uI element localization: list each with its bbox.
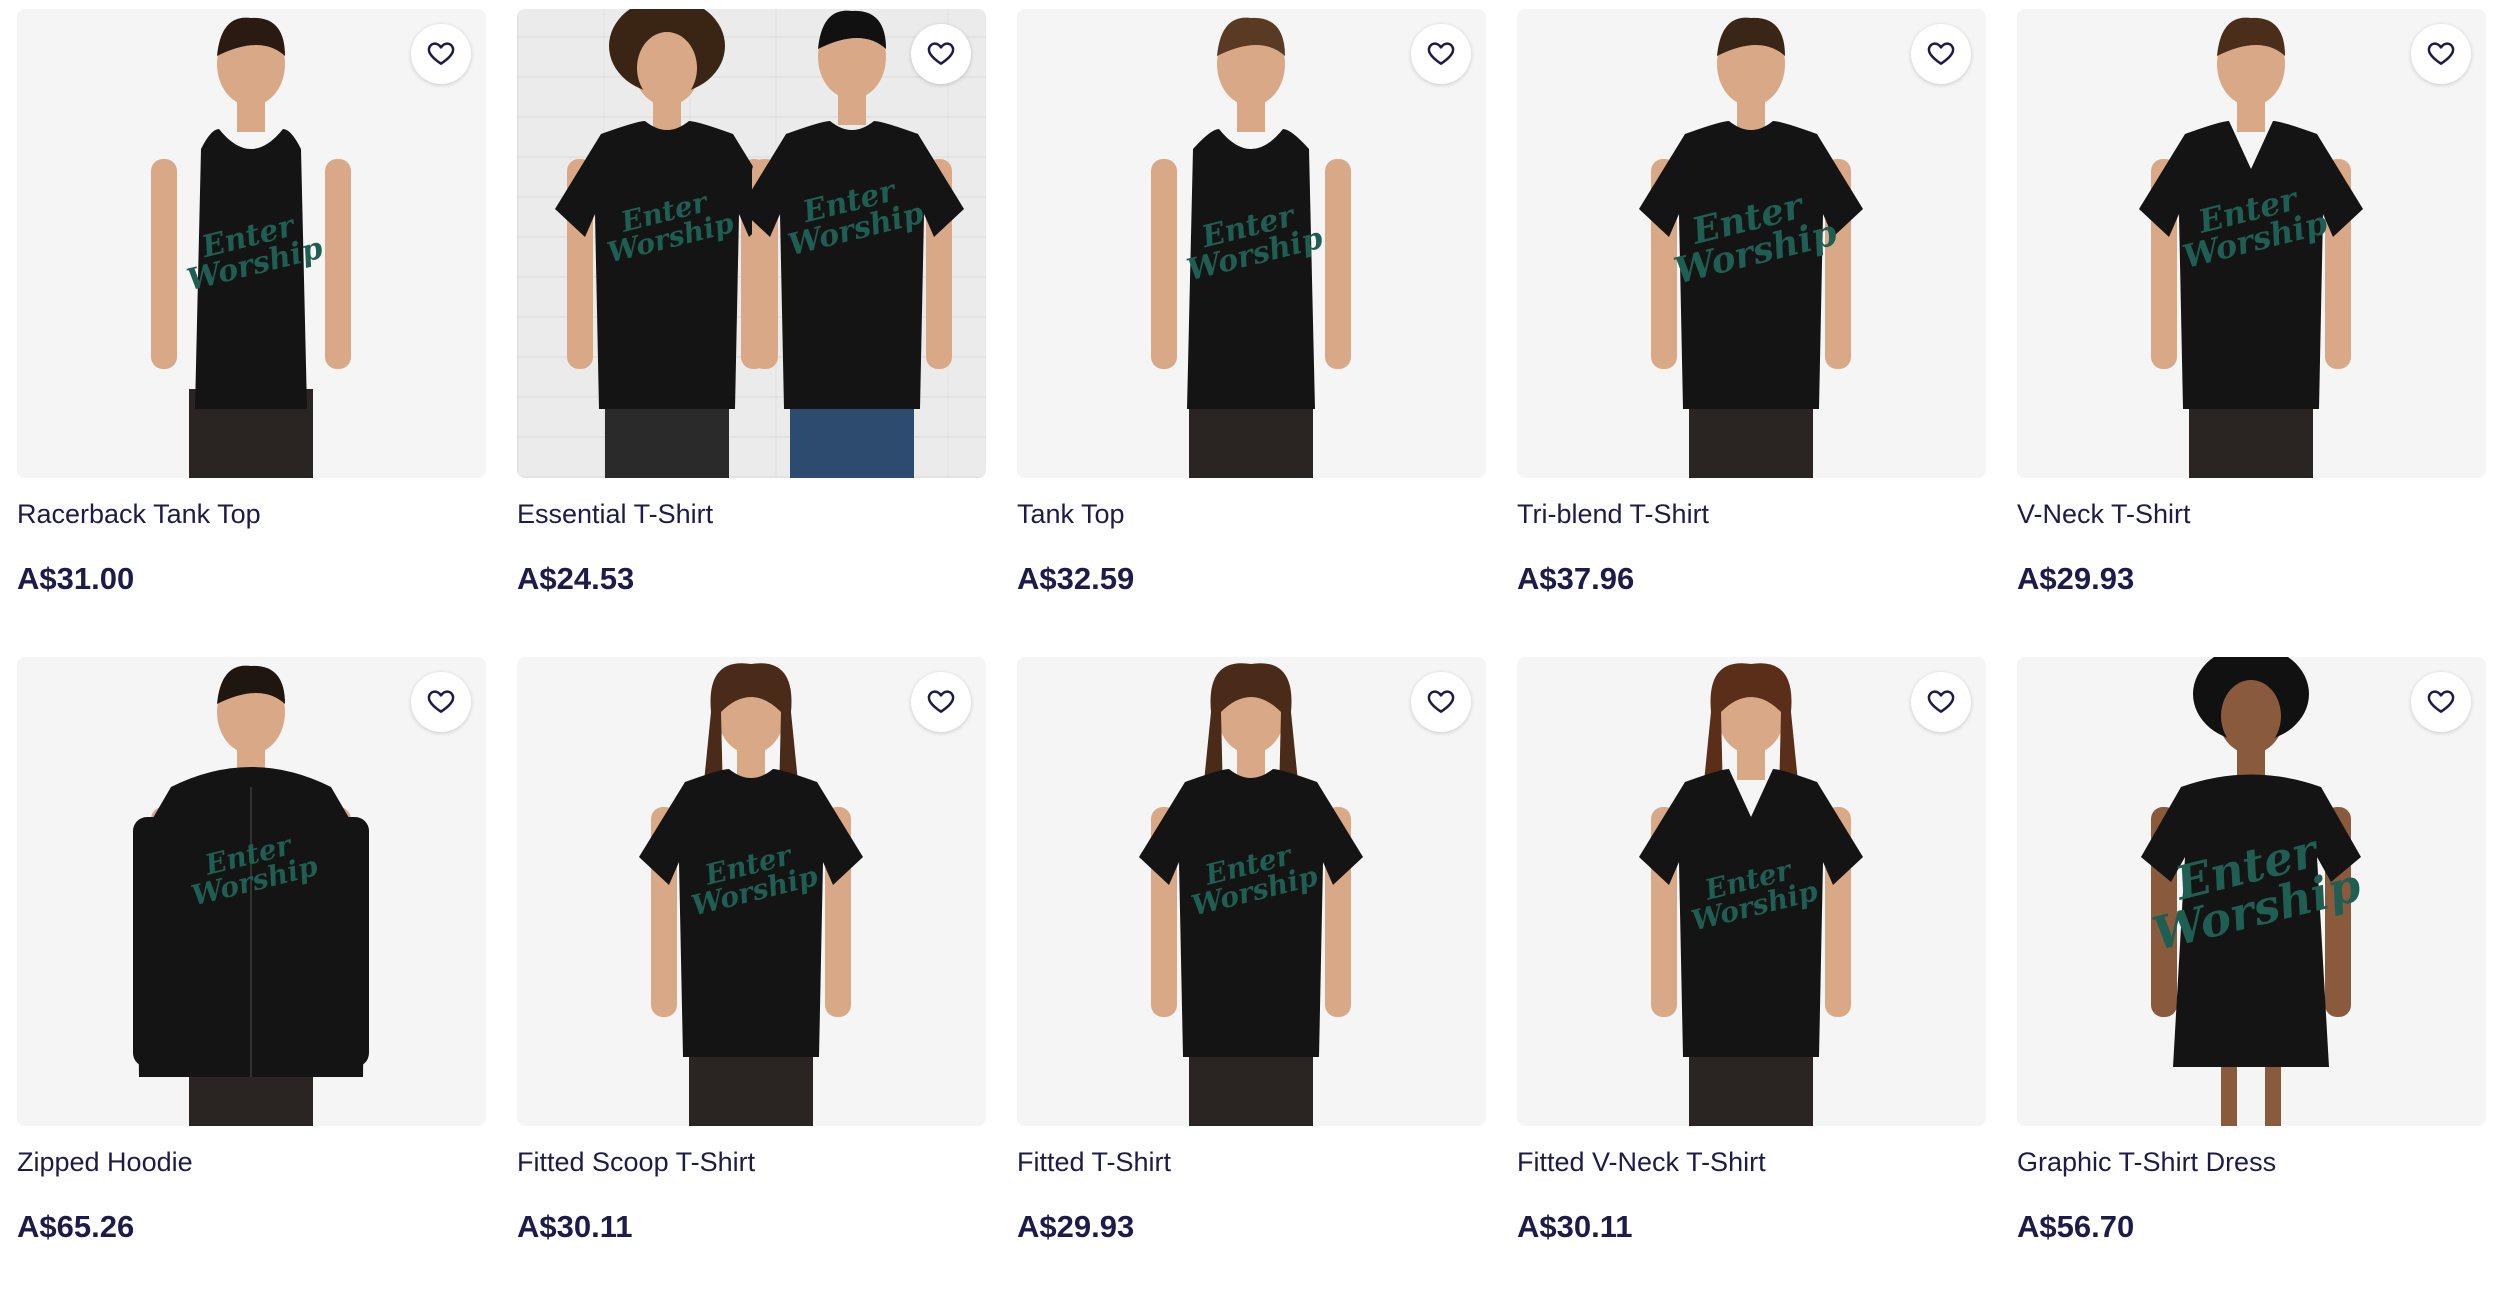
heart-icon [2426,38,2456,71]
heart-icon [1926,38,1956,71]
product-name[interactable]: V-Neck T-Shirt [2017,499,2191,530]
product-image[interactable]: Enter Worship [2017,9,2486,478]
product-card[interactable]: Enter Worship Racerback Tank Top A$31.00 [17,9,486,657]
product-name[interactable]: Essential T-Shirt [517,499,713,530]
favorite-button[interactable] [911,24,971,84]
product-name[interactable]: Zipped Hoodie [17,1147,193,1178]
product-card[interactable]: Enter Worship Zipped Hoodie A$65.26 [17,657,486,1305]
favorite-button[interactable] [1411,672,1471,732]
product-name[interactable]: Fitted T-Shirt [1017,1147,1171,1178]
product-price: A$29.93 [2017,561,2135,596]
product-price: A$56.70 [2017,1209,2135,1244]
product-name[interactable]: Fitted V-Neck T-Shirt [1517,1147,1766,1178]
favorite-button[interactable] [1411,24,1471,84]
product-price: A$30.11 [1517,1209,1633,1244]
favorite-button[interactable] [1911,672,1971,732]
product-price: A$31.00 [17,561,135,596]
product-card[interactable]: Enter Worship Tank Top A$32.59 [1017,9,1486,657]
product-card[interactable]: Enter Worship V-Neck T-Shirt A$29.93 [2017,9,2486,657]
model-illustration: Enter Worship [133,665,369,1126]
favorite-button[interactable] [411,24,471,84]
favorite-button[interactable] [411,672,471,732]
heart-icon [1426,38,1456,71]
product-name[interactable]: Graphic T-Shirt Dress [2017,1147,2276,1178]
product-image[interactable]: Enter Worship [2017,657,2486,1126]
product-price: A$24.53 [517,561,635,596]
product-card[interactable]: Enter Worship Enter Worship Essential T-… [517,9,986,657]
product-image[interactable]: Enter Worship Enter Worship [517,9,986,478]
model-illustration: Enter Worship [1151,17,1351,478]
product-image[interactable]: Enter Worship [1517,657,1986,1126]
model-illustration: Enter Worship [2139,17,2363,478]
product-image[interactable]: Enter Worship [1517,9,1986,478]
product-name[interactable]: Tri-blend T-Shirt [1517,499,1709,530]
model-illustration: Enter Worship [151,17,351,478]
product-name[interactable]: Fitted Scoop T-Shirt [517,1147,755,1178]
product-grid: Enter Worship Racerback Tank Top A$31.00… [17,9,2486,1305]
favorite-button[interactable] [1911,24,1971,84]
product-price: A$37.96 [1517,561,1635,596]
heart-icon [426,38,456,71]
product-card[interactable]: Enter Worship Fitted Scoop T-Shirt A$30.… [517,657,986,1305]
model-illustration: Enter Worship [1639,17,1863,478]
product-price: A$30.11 [517,1209,633,1244]
product-image[interactable]: Enter Worship [1017,657,1486,1126]
heart-icon [2426,686,2456,719]
favorite-button[interactable] [2411,24,2471,84]
model-illustration: Enter Worship [639,663,863,1126]
product-card[interactable]: Enter Worship Fitted T-Shirt A$29.93 [1017,657,1486,1305]
model-illustration: Enter Worship Enter Worship [555,9,964,478]
favorite-button[interactable] [911,672,971,732]
product-price: A$29.93 [1017,1209,1135,1244]
product-image[interactable]: Enter Worship [17,657,486,1126]
product-card[interactable]: Enter Worship Fitted V-Neck T-Shirt A$30… [1517,657,1986,1305]
model-illustration: Enter Worship [2141,657,2366,1126]
product-card[interactable]: Enter Worship Graphic T-Shirt Dress A$56… [2017,657,2486,1305]
product-price: A$32.59 [1017,561,1135,596]
product-price: A$65.26 [17,1209,135,1244]
favorite-button[interactable] [2411,672,2471,732]
heart-icon [926,38,956,71]
product-name[interactable]: Racerback Tank Top [17,499,261,530]
heart-icon [426,686,456,719]
heart-icon [1426,686,1456,719]
product-name[interactable]: Tank Top [1017,499,1125,530]
model-illustration: Enter Worship [1139,663,1363,1126]
heart-icon [926,686,956,719]
model-illustration: Enter Worship [1639,663,1863,1126]
product-image[interactable]: Enter Worship [1017,9,1486,478]
product-image[interactable]: Enter Worship [17,9,486,478]
heart-icon [1926,686,1956,719]
product-image[interactable]: Enter Worship [517,657,986,1126]
product-card[interactable]: Enter Worship Tri-blend T-Shirt A$37.96 [1517,9,1986,657]
